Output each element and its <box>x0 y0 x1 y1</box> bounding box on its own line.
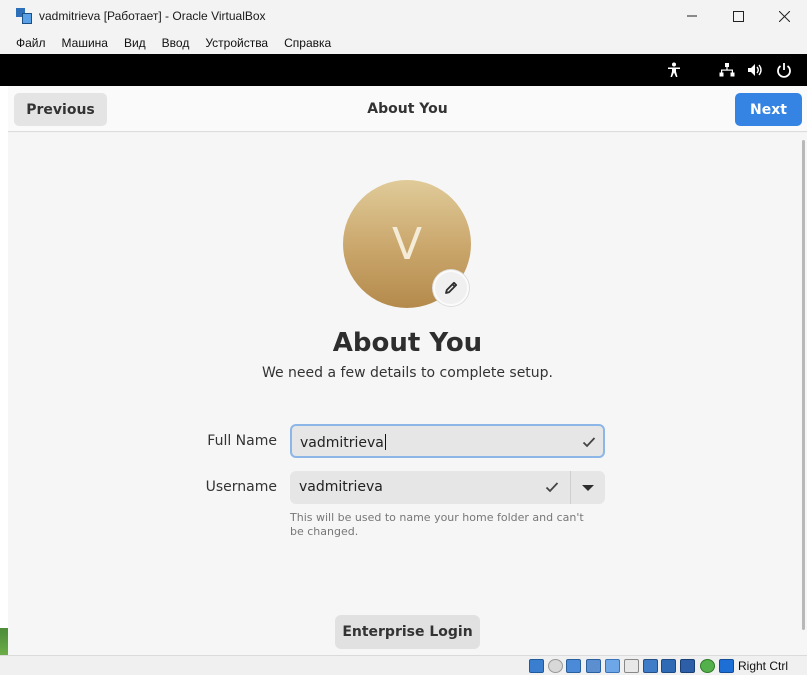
edit-avatar-button[interactable] <box>433 270 469 306</box>
username-field[interactable]: vadmitrieva <box>290 471 570 504</box>
minimize-button[interactable] <box>669 0 715 32</box>
setup-header-bar: Previous About You Next <box>8 86 807 132</box>
menu-devices[interactable]: Устройства <box>197 36 276 50</box>
network-icon[interactable] <box>719 62 735 78</box>
menu-file[interactable]: Файл <box>8 36 54 50</box>
optical-drive-icon[interactable] <box>548 659 563 673</box>
audio-icon[interactable] <box>566 659 581 673</box>
network-adapter-icon[interactable] <box>586 659 601 673</box>
volume-icon[interactable] <box>747 62 763 78</box>
fullname-field[interactable]: vadmitrieva <box>290 424 605 458</box>
fullname-value: vadmitrieva <box>300 434 386 451</box>
usb-icon[interactable] <box>605 659 620 673</box>
avatar-initial: V <box>391 218 423 270</box>
maximize-button[interactable] <box>715 0 761 32</box>
enterprise-login-button[interactable]: Enterprise Login <box>335 615 480 649</box>
host-key-label: Right Ctrl <box>738 659 789 673</box>
minimize-icon <box>687 15 697 17</box>
guest-additions-icon[interactable] <box>700 659 715 673</box>
scrollbar[interactable] <box>802 140 805 630</box>
recording-icon[interactable] <box>661 659 676 673</box>
header-title: About You <box>367 101 448 117</box>
display-icon[interactable] <box>643 659 658 673</box>
username-dropdown-button[interactable] <box>570 471 605 504</box>
guest-top-bar <box>0 54 807 86</box>
window-title: vadmitrieva [Работает] - Oracle VirtualB… <box>39 9 266 23</box>
fullname-valid-check-icon <box>582 437 596 448</box>
menu-help[interactable]: Справка <box>276 36 339 50</box>
virtualbox-app-icon <box>16 8 32 24</box>
maximize-icon <box>732 10 744 22</box>
power-icon[interactable] <box>776 62 792 78</box>
virtualization-icon[interactable] <box>680 659 695 673</box>
page-title: About You <box>332 328 483 358</box>
username-value: vadmitrieva <box>299 479 383 495</box>
window-titlebar: vadmitrieva [Работает] - Oracle VirtualB… <box>0 0 807 32</box>
menu-input[interactable]: Ввод <box>154 36 198 50</box>
keyboard-capture-icon[interactable] <box>719 659 734 673</box>
username-valid-check-icon <box>545 482 559 493</box>
close-icon <box>778 10 790 22</box>
next-button[interactable]: Next <box>735 93 802 126</box>
chevron-down-icon <box>582 484 594 491</box>
close-button[interactable] <box>761 0 807 32</box>
accessibility-icon[interactable] <box>666 62 682 78</box>
virtualbox-status-bar: Right Ctrl <box>0 655 807 675</box>
fullname-label: Full Name <box>207 433 277 449</box>
menu-bar: Файл Машина Вид Ввод Устройства Справка <box>0 32 807 54</box>
window-controls <box>669 0 807 32</box>
pencil-icon <box>445 281 458 294</box>
page-subtitle: We need a few details to complete setup. <box>261 365 554 381</box>
username-hint: This will be used to name your home fold… <box>290 511 584 538</box>
username-label: Username <box>205 479 277 495</box>
menu-view[interactable]: Вид <box>116 36 154 50</box>
shared-folders-icon[interactable] <box>624 659 639 673</box>
hard-disk-icon[interactable] <box>529 659 544 673</box>
menu-machine[interactable]: Машина <box>54 36 116 50</box>
